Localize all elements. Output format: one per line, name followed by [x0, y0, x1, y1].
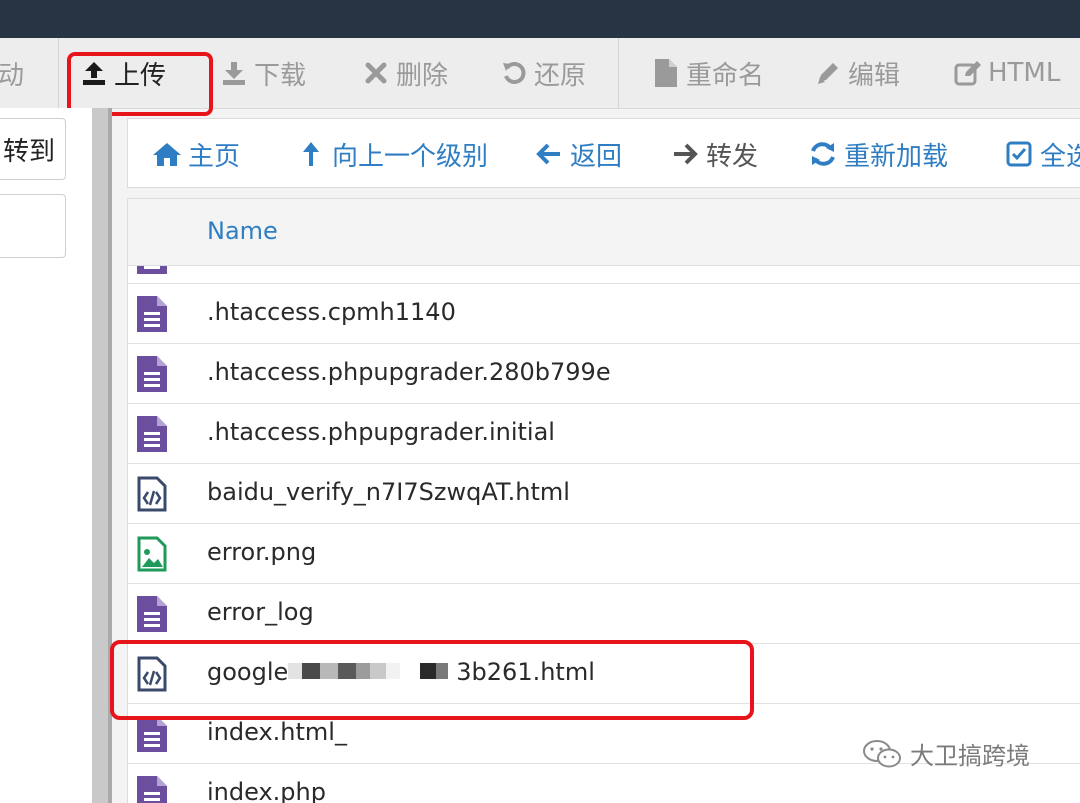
- window-title-bar: [0, 0, 1080, 38]
- select-all-button[interactable]: 全选: [1004, 119, 1080, 189]
- home-label: 主页: [188, 141, 241, 172]
- text-file-icon: [137, 266, 167, 274]
- column-header-label: Name: [207, 217, 278, 245]
- delete-label: 删除: [396, 60, 449, 91]
- table-row[interactable]: [128, 266, 1080, 284]
- toolbar-separator: [618, 38, 619, 108]
- wechat-icon: [863, 739, 901, 767]
- arrow-right-icon: [670, 139, 700, 169]
- undo-icon: [500, 59, 528, 87]
- delete-button[interactable]: 删除: [362, 38, 448, 108]
- file-name[interactable]: .htaccess.phpupgrader.280b799e: [207, 358, 611, 386]
- forward-button[interactable]: 转发: [670, 119, 758, 189]
- text-file-icon: [137, 296, 167, 332]
- toolbar-separator: [58, 38, 59, 108]
- column-header-name[interactable]: Name: [128, 198, 1080, 266]
- arrow-left-icon: [534, 139, 564, 169]
- text-file-icon: [137, 776, 167, 803]
- left-panel: 转到: [0, 108, 92, 803]
- google-file-highlight-box: [110, 640, 754, 720]
- file-name[interactable]: .htaccess.cpmh1140: [207, 298, 456, 326]
- back-label: 返回: [570, 141, 623, 172]
- table-row[interactable]: error.png: [128, 524, 1080, 584]
- forward-label: 转发: [706, 141, 759, 172]
- edit-button[interactable]: 编辑: [814, 38, 900, 108]
- table-row[interactable]: .htaccess.cpmh1140: [128, 284, 1080, 344]
- file-icon: [652, 59, 680, 87]
- rename-button[interactable]: 重命名: [652, 38, 764, 108]
- download-label: 下载: [254, 60, 307, 91]
- checkbox-icon: [1004, 139, 1034, 169]
- arrow-up-icon: [296, 139, 326, 169]
- reload-icon: [808, 139, 838, 169]
- edit-label: 编辑: [848, 60, 901, 91]
- close-icon: [362, 59, 390, 87]
- go-to-label: 转到: [2, 136, 55, 167]
- up-one-level-label: 向上一个级别: [332, 141, 489, 172]
- file-name[interactable]: index.html_: [207, 718, 347, 746]
- restore-label: 还原: [534, 60, 587, 91]
- reload-button[interactable]: 重新加载: [808, 119, 948, 189]
- table-row[interactable]: baidu_verify_n7I7SzwqAT.html: [128, 464, 1080, 524]
- text-file-icon: [137, 416, 167, 452]
- edit-box-icon: [954, 59, 982, 87]
- table-row[interactable]: error_log: [128, 584, 1080, 644]
- file-name[interactable]: error.png: [207, 538, 316, 566]
- watermark-text: 大卫搞跨境: [910, 742, 1030, 770]
- back-button[interactable]: 返回: [534, 119, 622, 189]
- toolbar-partial-button[interactable]: 动: [0, 38, 24, 108]
- home-button[interactable]: 主页: [152, 119, 240, 189]
- file-name[interactable]: .htaccess.phpupgrader.initial: [207, 418, 555, 446]
- table-row[interactable]: .htaccess.phpupgrader.280b799e: [128, 344, 1080, 404]
- text-file-icon: [137, 716, 167, 752]
- html-file-icon: [137, 476, 167, 512]
- up-one-level-button[interactable]: 向上一个级别: [296, 119, 488, 189]
- go-to-button[interactable]: 转到: [0, 118, 66, 180]
- upload-highlight-box: [67, 52, 213, 116]
- toolbar-partial-label: 动: [0, 60, 25, 91]
- image-file-icon: [137, 536, 167, 572]
- html-editor-button[interactable]: HTML: [954, 38, 1060, 108]
- watermark: 大卫搞跨境: [862, 736, 1030, 771]
- file-name[interactable]: error_log: [207, 598, 314, 626]
- table-row[interactable]: .htaccess.phpupgrader.initial: [128, 404, 1080, 464]
- navigation-bar: 主页 向上一个级别 返回 转发 重新加载 全选: [127, 118, 1080, 188]
- text-file-icon: [137, 596, 167, 632]
- path-input[interactable]: [0, 194, 66, 258]
- file-name[interactable]: baidu_verify_n7I7SzwqAT.html: [207, 478, 570, 506]
- html-editor-label: HTML: [988, 58, 1061, 88]
- download-icon: [220, 59, 248, 87]
- rename-label: 重命名: [686, 60, 765, 91]
- select-all-label: 全选: [1040, 141, 1080, 172]
- file-name[interactable]: index.php: [207, 778, 326, 803]
- reload-label: 重新加载: [844, 141, 949, 172]
- pencil-icon: [814, 59, 842, 87]
- download-button[interactable]: 下载: [220, 38, 306, 108]
- text-file-icon: [137, 356, 167, 392]
- home-icon: [152, 139, 182, 169]
- restore-button[interactable]: 还原: [500, 38, 586, 108]
